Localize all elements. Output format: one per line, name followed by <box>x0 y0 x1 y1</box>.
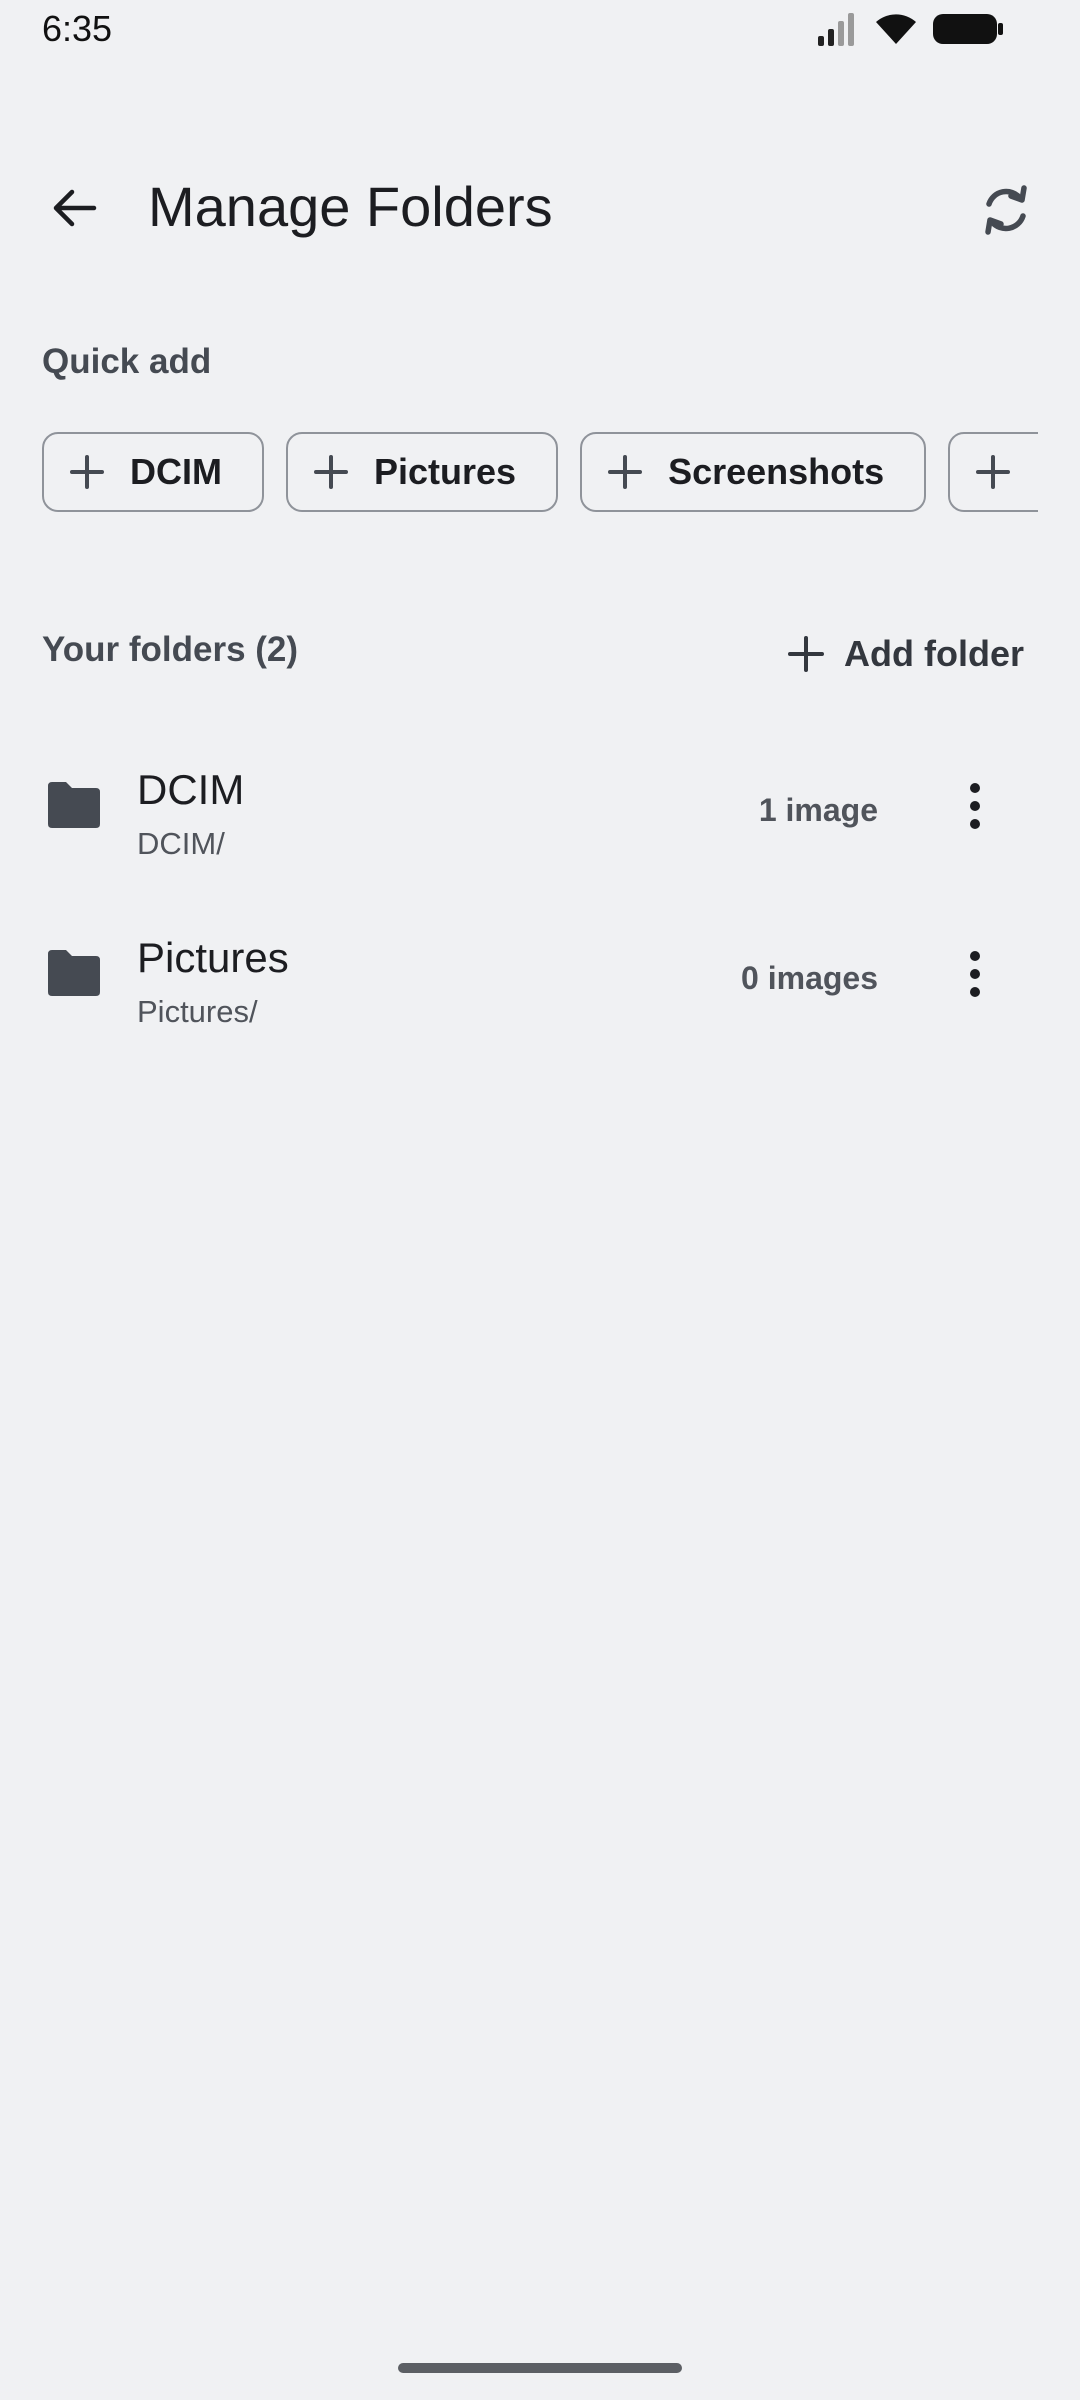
page-title: Manage Folders <box>148 175 553 238</box>
folder-path: DCIM/ <box>137 826 225 861</box>
chip-label: DCIM <box>130 451 222 492</box>
chip-label: D <box>1036 451 1038 493</box>
folder-more-button[interactable] <box>945 770 1005 846</box>
sync-button[interactable] <box>968 174 1044 250</box>
add-folder-button[interactable]: Add folder <box>786 624 1024 684</box>
folder-row[interactable]: DCIM DCIM/ 1 image <box>0 730 1080 898</box>
chip-label: Pictures <box>374 451 517 492</box>
arrow-back-icon <box>50 184 98 237</box>
quick-add-chip-screenshots[interactable]: Screenshots <box>580 432 927 512</box>
folder-image-count: 0 images <box>741 960 878 996</box>
add-folder-label: Add folder <box>844 633 1024 674</box>
folder-list: DCIM DCIM/ 1 image Pictures Pictures/ 0 … <box>0 730 1080 1066</box>
folder-icon <box>44 780 104 830</box>
battery-icon <box>932 12 1004 51</box>
plus-icon <box>974 453 1012 491</box>
quick-add-label: Quick add <box>42 342 212 381</box>
more-vert-icon <box>967 950 983 1003</box>
folder-path: Pictures/ <box>137 994 258 1029</box>
plus-icon <box>786 634 826 674</box>
back-button[interactable] <box>36 178 112 242</box>
sync-icon <box>980 182 1032 243</box>
status-time: 6:35 <box>42 8 113 49</box>
signal-icon <box>816 12 860 51</box>
plus-icon <box>68 453 106 491</box>
quick-add-chip-partial[interactable]: D <box>948 432 1038 512</box>
plus-icon <box>606 453 644 491</box>
wifi-icon <box>874 12 918 51</box>
folder-icon <box>44 948 104 998</box>
home-indicator[interactable] <box>398 2363 682 2373</box>
folder-image-count: 1 image <box>758 792 878 828</box>
folder-name: Pictures <box>137 934 289 981</box>
folder-more-button[interactable] <box>945 938 1005 1014</box>
quick-add-chip-dcim[interactable]: DCIM <box>42 432 264 512</box>
folder-row[interactable]: Pictures Pictures/ 0 images <box>0 898 1080 1066</box>
quick-add-chips: DCIM Pictures Screenshots D <box>42 432 1038 516</box>
plus-icon <box>312 453 350 491</box>
folder-name: DCIM <box>137 766 245 813</box>
app-bar: Manage Folders <box>0 150 1080 270</box>
quick-add-chip-pictures[interactable]: Pictures <box>286 432 559 512</box>
chip-label: Screenshots <box>668 451 885 492</box>
status-bar: 6:35 <box>0 0 1080 64</box>
more-vert-icon <box>967 782 983 835</box>
your-folders-label: Your folders (2) <box>42 630 299 669</box>
status-icons <box>816 12 1004 51</box>
